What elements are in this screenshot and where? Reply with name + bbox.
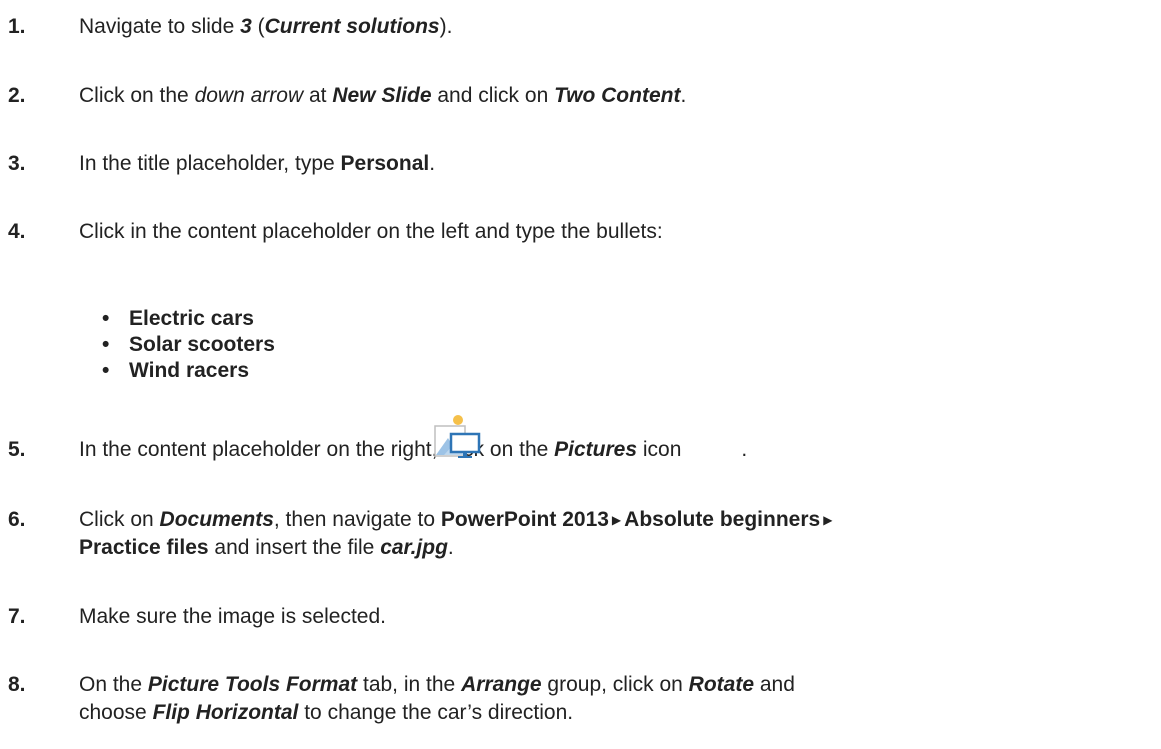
step-text: Make sure the image is selected. — [79, 605, 386, 628]
bullet-list: Electric cars Solar scooters Wind racers — [102, 306, 275, 384]
arrow-right-icon: ▶ — [823, 513, 833, 527]
step-number: 7. — [8, 605, 26, 628]
step-number: 2. — [8, 84, 26, 107]
step-text: Click on the down arrow at New Slide and… — [79, 84, 687, 107]
pictures-icon — [434, 415, 481, 458]
step-number: 1. — [8, 15, 26, 38]
step-number: 6. — [8, 508, 26, 531]
step-number: 3. — [8, 152, 26, 175]
step-text: Click on Documents, then navigate to Pow… — [79, 508, 833, 531]
arrow-right-icon: ▶ — [611, 513, 622, 527]
bullet-item: Solar scooters — [102, 332, 275, 358]
step-number: 5. — [8, 438, 26, 461]
step-number: 8. — [8, 673, 26, 696]
bullet-item: Wind racers — [102, 358, 275, 384]
step-number: 4. — [8, 220, 26, 243]
step-text: Navigate to slide 3 (Current solutions). — [79, 15, 453, 38]
step-text: In the title placeholder, type Personal. — [79, 152, 436, 175]
step-text: Click in the content placeholder on the … — [79, 220, 663, 243]
step-text: In the content placeholder on the right,… — [79, 438, 748, 461]
step-text: choose Flip Horizontal to change the car… — [79, 701, 574, 724]
step-text: Practice files and insert the file car.j… — [79, 536, 454, 559]
step-text: On the Picture Tools Format tab, in the … — [79, 673, 795, 696]
bullet-item: Electric cars — [102, 306, 275, 332]
